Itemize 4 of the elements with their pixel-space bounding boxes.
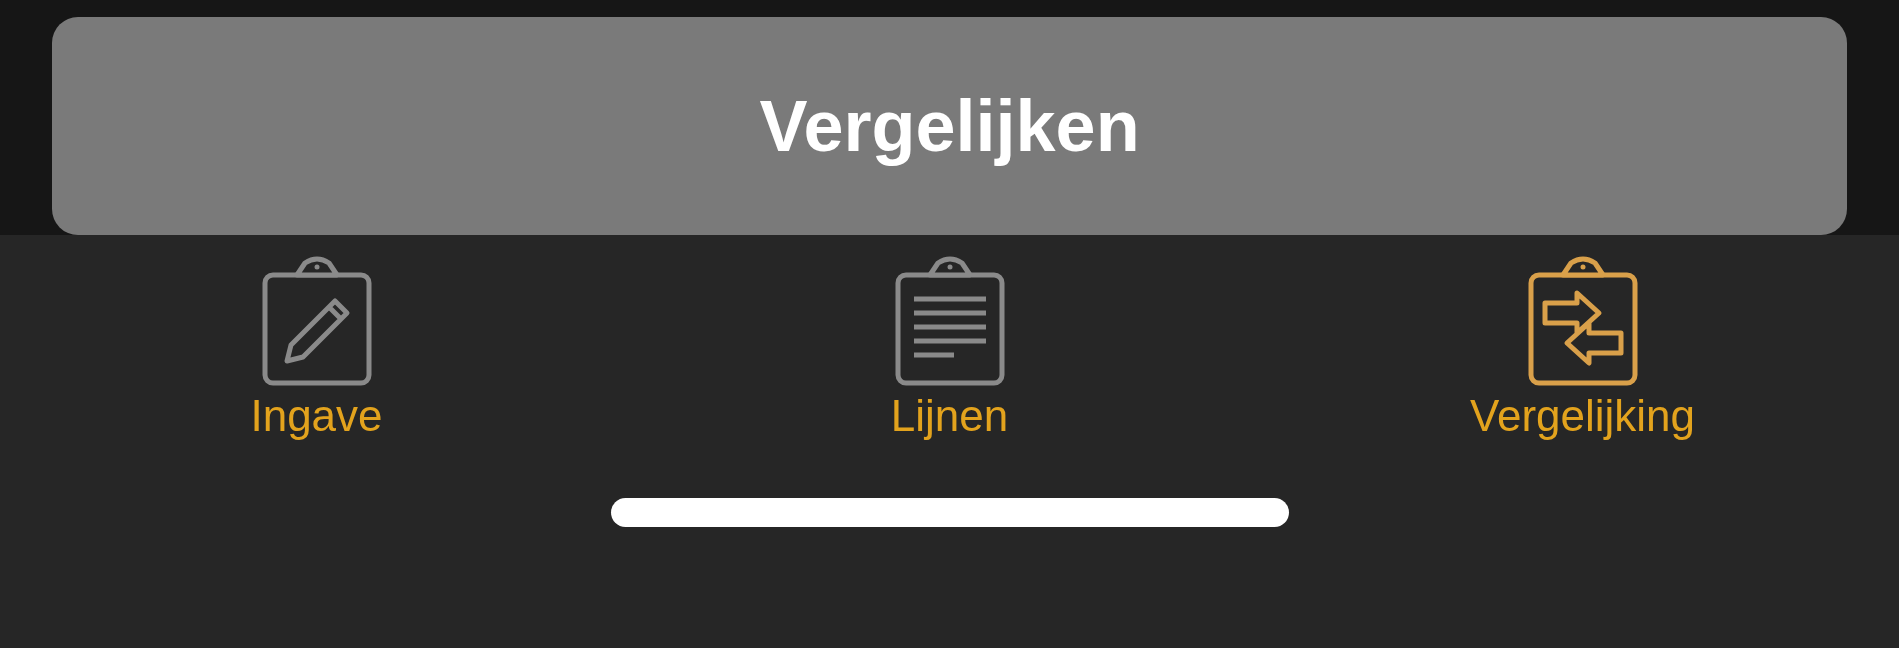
tab[interactable]: Ingave [0,253,633,442]
compare-button[interactable]: Vergelijken [52,17,1847,235]
tab[interactable]: Lijnen [633,253,1266,442]
tab[interactable]: Vergelijking [1266,253,1899,442]
